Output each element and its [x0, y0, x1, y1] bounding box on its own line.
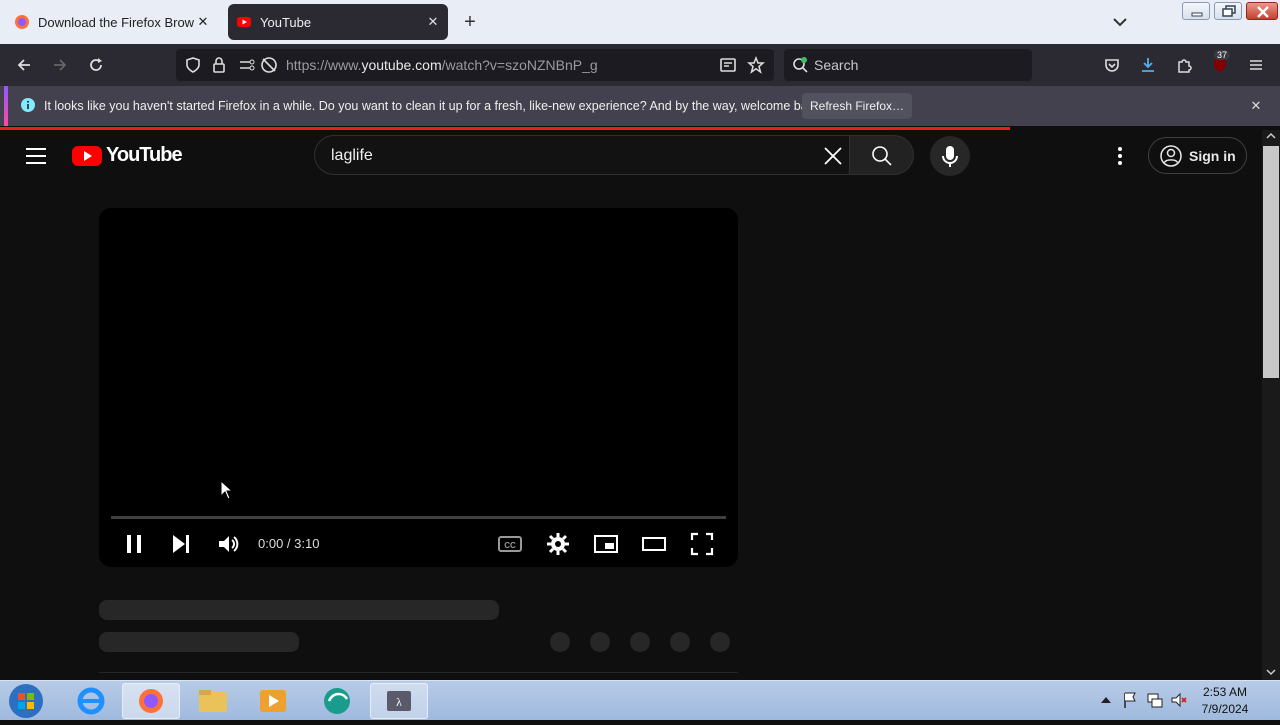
clock-time[interactable]: 2:53 AM [1190, 685, 1260, 699]
sign-in-button[interactable]: Sign in [1148, 137, 1247, 174]
info-icon [20, 97, 36, 118]
refresh-firefox-button[interactable]: Refresh Firefox… [802, 93, 912, 119]
minimize-button[interactable] [1182, 2, 1210, 20]
windows-logo-icon [9, 684, 43, 718]
tab-youtube[interactable]: YouTube ✕ [228, 4, 448, 40]
search-engine-icon[interactable] [791, 56, 809, 79]
youtube-logo-text: YouTube [106, 144, 183, 166]
search-icon [872, 146, 892, 166]
tab-title: YouTube [260, 14, 312, 30]
action-placeholder [710, 632, 730, 652]
menu-icon[interactable] [1244, 53, 1268, 77]
address-bar[interactable]: https://www.youtube.com/watch?v=szoNZNBn… [176, 49, 774, 81]
extensions-icon[interactable] [1172, 53, 1196, 77]
show-hidden-icons[interactable] [1100, 693, 1112, 711]
youtube-logo-icon [72, 145, 102, 166]
title-placeholder [99, 600, 499, 620]
notification-message: It looks like you haven't started Firefo… [44, 99, 824, 113]
scroll-up-icon[interactable] [1266, 132, 1276, 140]
notification-accent [4, 86, 8, 126]
tab-firefox-download[interactable]: Download the Firefox Browser in ✕ [6, 4, 218, 40]
navigation-toolbar: https://www.youtube.com/watch?v=szoNZNBn… [0, 44, 1280, 86]
youtube-icon [236, 14, 252, 30]
scroll-down-icon[interactable] [1266, 668, 1276, 676]
action-placeholder [550, 632, 570, 652]
new-tab-button[interactable]: + [458, 10, 482, 34]
voice-search-button[interactable] [930, 136, 970, 176]
search-input[interactable]: Search [784, 49, 1032, 81]
bookmark-star-icon[interactable] [747, 55, 765, 79]
guide-menu-icon[interactable] [24, 146, 48, 166]
volume-icon[interactable] [216, 532, 240, 556]
youtube-logo[interactable]: YouTube [72, 144, 183, 167]
windows-taskbar: λ 2:53 AM 7/9/2024 [0, 680, 1280, 720]
tab-title: Download the Firefox Browser in [38, 14, 194, 30]
chevron-down-icon[interactable] [1108, 12, 1132, 32]
sign-in-label: Sign in [1189, 147, 1236, 164]
microphone-icon [942, 146, 958, 167]
terminal-taskbar-icon[interactable]: λ [370, 683, 428, 719]
svg-text:λ: λ [396, 695, 402, 709]
reader-view-icon[interactable] [719, 56, 737, 79]
close-tab-icon[interactable]: ✕ [424, 13, 442, 31]
more-options-icon[interactable] [1108, 144, 1132, 168]
account-icon [1160, 144, 1182, 167]
action-center-flag-icon[interactable] [1122, 691, 1138, 714]
search-button[interactable] [850, 135, 914, 175]
fullscreen-icon[interactable] [690, 532, 714, 556]
reload-icon[interactable] [84, 53, 108, 77]
divider [99, 672, 738, 673]
media-player-taskbar-icon[interactable] [244, 683, 302, 719]
action-placeholder [630, 632, 650, 652]
next-icon[interactable] [169, 532, 193, 556]
start-button[interactable] [4, 682, 48, 720]
youtube-search-input[interactable]: laglife [314, 135, 850, 175]
mouse-cursor-icon [220, 479, 234, 505]
close-tab-icon[interactable]: ✕ [194, 13, 212, 31]
permissions-icon[interactable] [238, 56, 256, 79]
search-placeholder: Search [814, 57, 859, 73]
forward-icon[interactable] [48, 53, 72, 77]
lock-icon[interactable] [210, 56, 228, 79]
network-icon[interactable] [1146, 691, 1164, 714]
clock-date[interactable]: 7/9/2024 [1190, 702, 1260, 716]
search-query: laglife [331, 147, 373, 164]
back-icon[interactable] [12, 53, 36, 77]
action-placeholder [670, 632, 690, 652]
svg-text:CC: CC [504, 541, 516, 550]
pocket-icon[interactable] [1100, 53, 1124, 77]
captions-icon[interactable]: CC [498, 532, 522, 556]
internet-explorer-taskbar-icon[interactable] [62, 683, 120, 719]
extension-badge: 37 [1214, 50, 1231, 60]
channel-placeholder [99, 632, 299, 652]
close-icon[interactable]: ✕ [1248, 98, 1264, 114]
youtube-header: YouTube laglife Sign in [0, 130, 1262, 182]
miniplayer-icon[interactable] [594, 532, 618, 556]
volume-muted-icon[interactable] [1170, 691, 1188, 714]
time-display: 0:00 / 3:10 [258, 536, 320, 551]
close-window-button[interactable] [1246, 2, 1278, 20]
pause-icon[interactable] [122, 532, 146, 556]
tab-strip: Download the Firefox Browser in ✕ YouTub… [0, 0, 1280, 44]
firefox-taskbar-icon[interactable] [122, 683, 180, 719]
file-explorer-taskbar-icon[interactable] [184, 683, 242, 719]
settings-gear-icon[interactable] [546, 532, 570, 556]
refresh-notification-bar: It looks like you haven't started Firefo… [0, 86, 1280, 126]
seek-bar[interactable] [111, 516, 726, 519]
firefox-icon [14, 14, 30, 30]
scrollbar-thumb[interactable] [1263, 146, 1279, 378]
theater-mode-icon[interactable] [642, 532, 666, 556]
video-player[interactable]: 0:00 / 3:10 CC [99, 208, 738, 567]
url-text[interactable]: https://www.youtube.com/watch?v=szoNZNBn… [286, 57, 598, 73]
restore-button[interactable] [1214, 2, 1242, 20]
autoplay-blocked-icon[interactable] [260, 56, 278, 79]
action-placeholder [590, 632, 610, 652]
app-taskbar-icon[interactable] [308, 683, 366, 719]
shield-icon[interactable] [184, 56, 202, 79]
downloads-icon[interactable] [1136, 53, 1160, 77]
clear-search-icon[interactable] [823, 146, 843, 166]
